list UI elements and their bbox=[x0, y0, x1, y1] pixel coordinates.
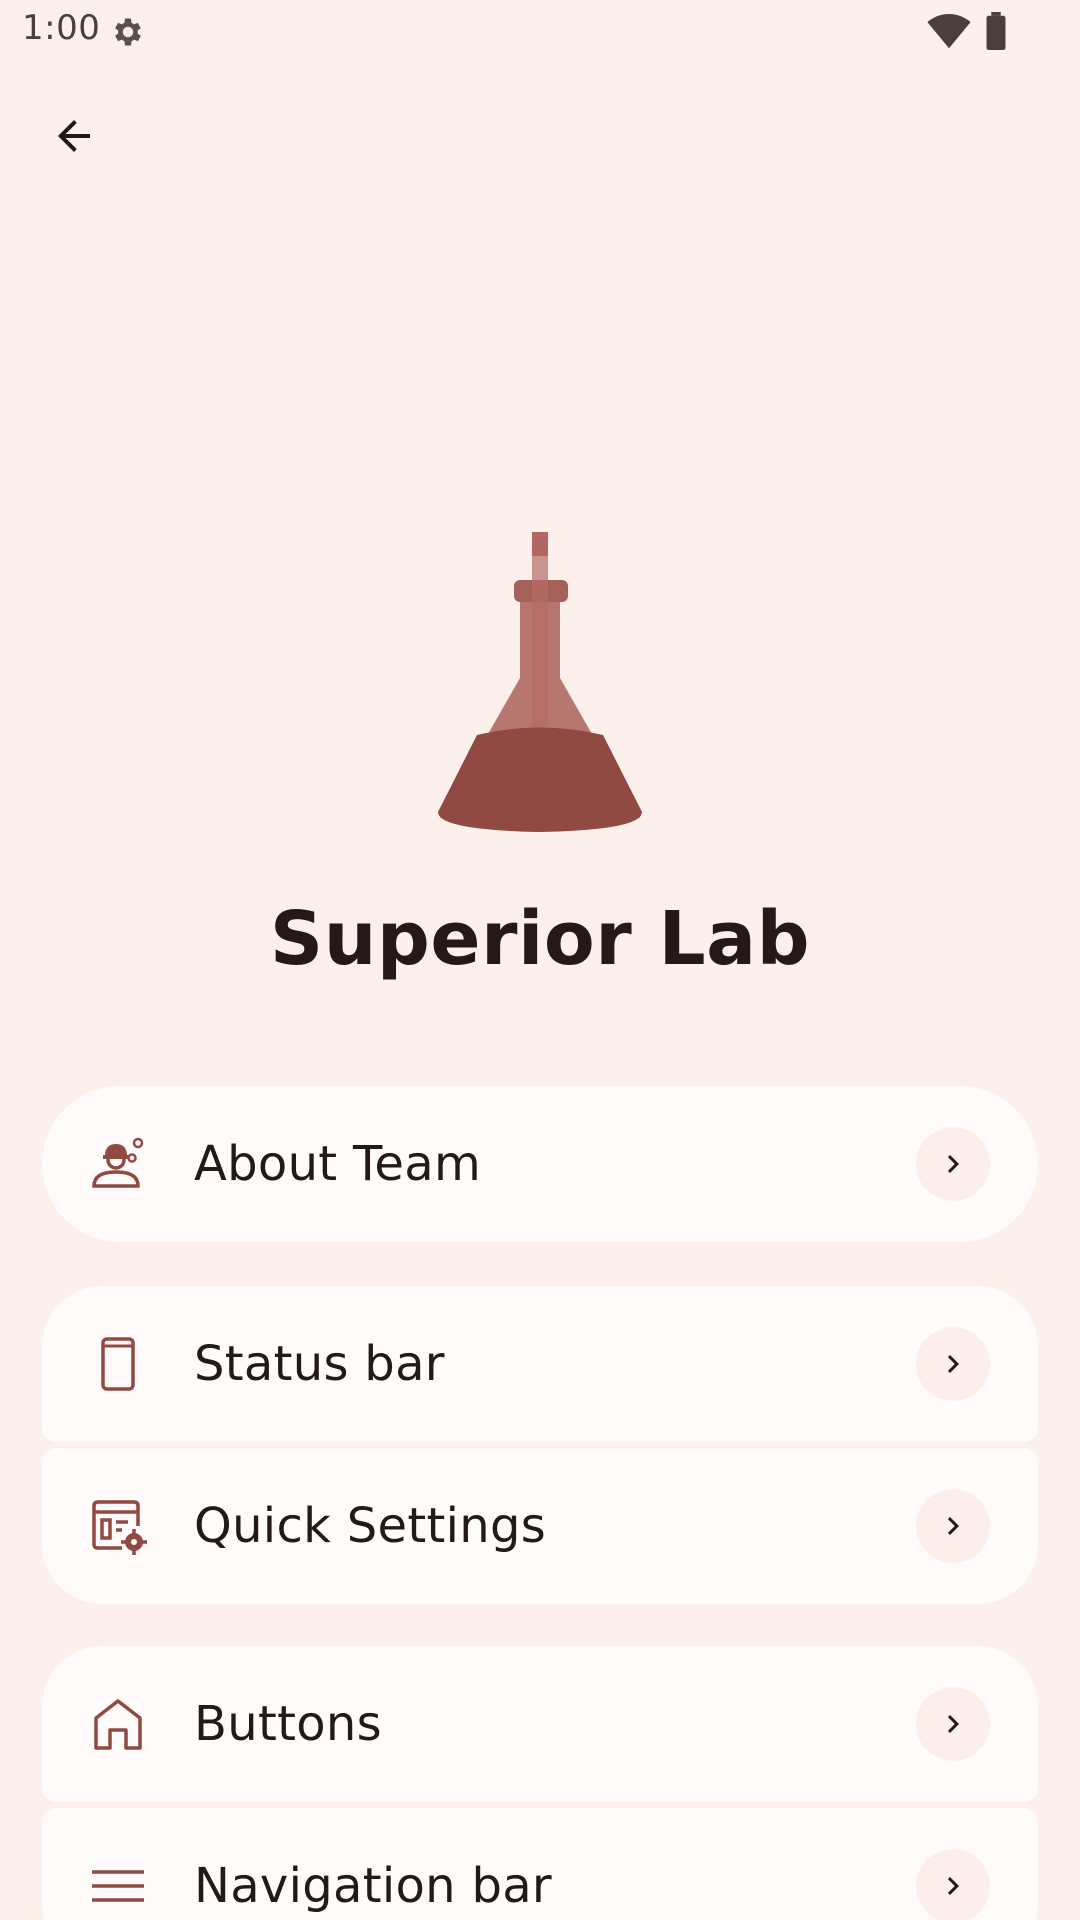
chevron-right-icon[interactable] bbox=[916, 1849, 990, 1920]
menu-item-label: Quick Settings bbox=[194, 1498, 547, 1554]
settings-gear-icon bbox=[115, 18, 141, 46]
flask-icon bbox=[438, 532, 642, 832]
chevron-right-icon[interactable] bbox=[916, 1489, 990, 1563]
menu-item-label: Navigation bar bbox=[194, 1858, 552, 1914]
wifi-icon bbox=[927, 14, 971, 49]
status-bar: 1:00 bbox=[0, 0, 1080, 64]
menu-item-about-team[interactable]: About Team bbox=[42, 1086, 1038, 1242]
chevron-right-icon[interactable] bbox=[916, 1687, 990, 1761]
arrow-back-icon bbox=[58, 120, 90, 152]
menu-item-label: About Team bbox=[194, 1136, 482, 1192]
menu-item-navigation-bar[interactable]: Navigation bar bbox=[42, 1808, 1038, 1920]
menu-item-status-bar[interactable]: Status bar bbox=[42, 1286, 1038, 1442]
menu-item-label: Buttons bbox=[194, 1696, 382, 1752]
status-time: 1:00 bbox=[22, 8, 101, 48]
engineering-icon bbox=[92, 1137, 144, 1188]
menu-item-quick-settings[interactable]: Quick Settings bbox=[42, 1448, 1038, 1604]
tile-settings-icon bbox=[92, 1500, 147, 1555]
menu-item-label: Status bar bbox=[194, 1336, 445, 1392]
home-icon bbox=[94, 1699, 142, 1750]
chevron-right-icon[interactable] bbox=[916, 1127, 990, 1201]
menu-item-buttons[interactable]: Buttons bbox=[42, 1646, 1038, 1802]
menu-lines-icon bbox=[92, 1870, 144, 1902]
back-button[interactable] bbox=[34, 96, 114, 176]
screen: 1:00 Superior Lab About Team Status bar … bbox=[0, 0, 1080, 1920]
battery-icon bbox=[986, 12, 1006, 50]
smartphone-icon bbox=[101, 1337, 135, 1391]
chevron-right-icon[interactable] bbox=[916, 1327, 990, 1401]
page-title: Superior Lab bbox=[269, 896, 811, 982]
